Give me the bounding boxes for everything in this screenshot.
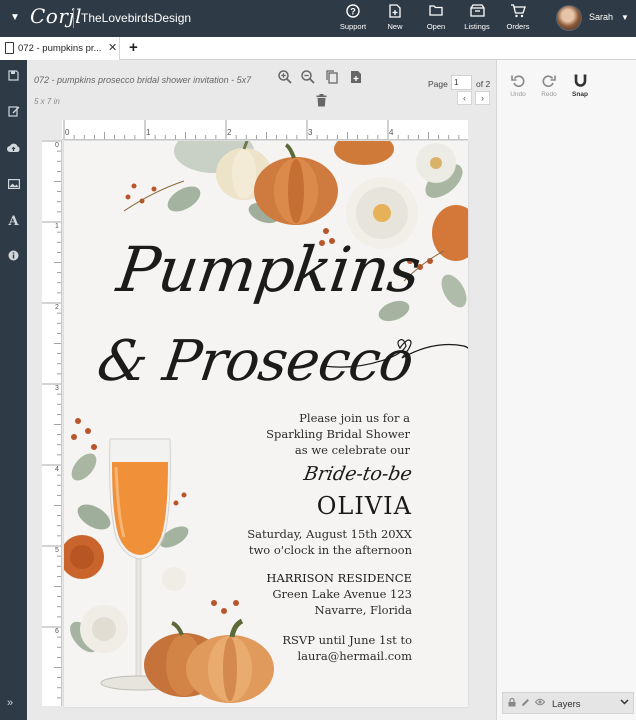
redo-label: Redo bbox=[541, 91, 557, 98]
close-tab-icon[interactable]: ✕ bbox=[108, 41, 117, 54]
add-tab-icon[interactable]: + bbox=[129, 39, 138, 56]
folder-icon bbox=[414, 4, 458, 20]
horizontal-ruler: 0 1 2 3 4 bbox=[62, 120, 468, 140]
vruler-label-4: 4 bbox=[55, 466, 59, 473]
ruler-label-4: 4 bbox=[389, 128, 394, 137]
edit-icon[interactable] bbox=[0, 104, 27, 124]
document-title: 072 - pumpkins prosecco bridal shower in… bbox=[34, 75, 252, 85]
invitation-canvas[interactable]: Pumpkins & Prosecco Please join us for a… bbox=[64, 141, 468, 707]
bride-to-be-label[interactable]: Bride-to-be bbox=[302, 463, 414, 485]
page-label: Page bbox=[428, 79, 448, 89]
magnet-icon bbox=[566, 74, 594, 90]
app-logo[interactable]: Corjl bbox=[30, 4, 82, 28]
ruler-label-1: 1 bbox=[146, 128, 151, 137]
page-number-input[interactable] bbox=[451, 75, 472, 90]
save-icon[interactable] bbox=[0, 68, 27, 88]
user-name[interactable]: Sarah bbox=[589, 12, 613, 22]
listings-button[interactable]: Listings bbox=[455, 4, 499, 34]
duplicate-page-icon[interactable] bbox=[324, 70, 340, 86]
listings-icon bbox=[455, 4, 499, 20]
vruler-label-1: 1 bbox=[55, 223, 59, 230]
snap-button[interactable]: Snap bbox=[566, 74, 594, 98]
text-tool-icon[interactable]: A bbox=[0, 212, 27, 232]
next-page-button[interactable]: › bbox=[475, 91, 490, 105]
ruler-label-2: 2 bbox=[227, 128, 232, 137]
document-size: 5 x 7 in bbox=[34, 97, 60, 106]
vruler-label-6: 6 bbox=[55, 628, 59, 635]
document-icon bbox=[5, 42, 14, 54]
info-icon[interactable] bbox=[0, 248, 27, 268]
help-circle-icon: ? bbox=[331, 4, 375, 20]
document-tab[interactable]: 072 - pumpkins pr... ✕ bbox=[0, 37, 120, 60]
undo-button[interactable]: Undo bbox=[504, 74, 532, 98]
image-icon[interactable] bbox=[0, 176, 27, 196]
document-tab-bar: 072 - pumpkins pr... ✕ + bbox=[0, 37, 636, 60]
open-button[interactable]: Open bbox=[414, 4, 458, 34]
expand-panel-icon[interactable]: » bbox=[7, 697, 13, 709]
invite-line-3[interactable]: as we celebrate our bbox=[295, 443, 410, 457]
page-count: of 2 bbox=[476, 79, 491, 89]
avatar[interactable] bbox=[556, 5, 582, 31]
zoom-out-icon[interactable] bbox=[300, 70, 316, 86]
vertical-ruler-ticks bbox=[42, 140, 61, 699]
ruler-label-0: 0 bbox=[65, 128, 70, 137]
support-label: Support bbox=[339, 22, 367, 31]
layers-label: Layers bbox=[552, 699, 581, 710]
cart-icon bbox=[496, 4, 540, 20]
heart-flourish bbox=[324, 339, 468, 368]
bride-name[interactable]: OLIVIA bbox=[317, 492, 412, 520]
venue-address-2[interactable]: Navarre, Florida bbox=[315, 603, 412, 617]
logo-divider bbox=[73, 9, 74, 28]
support-button[interactable]: ? Support bbox=[331, 4, 375, 34]
orders-label: Orders bbox=[506, 22, 530, 31]
vertical-ruler: 0 1 2 3 4 5 6 bbox=[42, 140, 62, 706]
horizontal-ruler-ticks bbox=[63, 120, 460, 139]
new-button[interactable]: New bbox=[373, 4, 417, 34]
left-toolbar: A bbox=[0, 60, 27, 720]
chevron-down-icon[interactable] bbox=[620, 697, 629, 707]
vruler-label-3: 3 bbox=[55, 385, 59, 392]
open-label: Open bbox=[426, 22, 446, 31]
listings-label: Listings bbox=[464, 22, 490, 31]
prosecco-pumpkin-illustration bbox=[64, 418, 274, 703]
redo-icon bbox=[535, 74, 563, 90]
add-page-icon[interactable] bbox=[348, 70, 364, 86]
vruler-label-5: 5 bbox=[55, 547, 59, 554]
rsvp-email[interactable]: laura@hermail.com bbox=[297, 649, 412, 663]
lock-icon[interactable] bbox=[508, 697, 516, 709]
invite-line-2[interactable]: Sparkling Bridal Shower bbox=[266, 427, 410, 441]
previous-page-button[interactable]: ‹ bbox=[457, 91, 472, 105]
redo-button[interactable]: Redo bbox=[535, 74, 563, 98]
ruler-label-3: 3 bbox=[308, 128, 313, 137]
delete-page-icon[interactable] bbox=[313, 94, 329, 110]
layers-panel-toggle[interactable]: Layers bbox=[502, 692, 634, 714]
undo-label: Undo bbox=[510, 91, 526, 98]
new-file-icon bbox=[373, 4, 417, 20]
right-panel: Undo Redo Snap bbox=[496, 60, 636, 720]
zoom-in-icon[interactable] bbox=[277, 70, 293, 86]
top-bar: ▼ Corjl TheLovebirdsDesign ? Support New… bbox=[0, 0, 636, 37]
vruler-label-2: 2 bbox=[55, 304, 59, 311]
orders-button[interactable]: Orders bbox=[496, 4, 540, 34]
user-menu-caret-icon[interactable]: ▼ bbox=[621, 13, 629, 22]
vruler-label-0: 0 bbox=[55, 142, 59, 149]
venue-address-1[interactable]: Green Lake Avenue 123 bbox=[272, 587, 412, 601]
undo-icon bbox=[504, 74, 532, 90]
eye-icon[interactable] bbox=[534, 698, 546, 708]
cloud-upload-icon[interactable] bbox=[0, 140, 27, 160]
script-title-line-1[interactable]: Pumpkins bbox=[113, 233, 425, 306]
pencil-icon[interactable] bbox=[521, 698, 530, 709]
venue-name[interactable]: HARRISON RESIDENCE bbox=[266, 571, 412, 585]
shop-name[interactable]: TheLovebirdsDesign bbox=[81, 11, 191, 25]
invite-line-1[interactable]: Please join us for a bbox=[299, 411, 410, 425]
document-tab-label: 072 - pumpkins pr... bbox=[18, 43, 102, 54]
app-menu-caret-icon[interactable]: ▼ bbox=[10, 12, 20, 23]
rsvp-line[interactable]: RSVP until June 1st to bbox=[282, 633, 412, 647]
new-label: New bbox=[387, 22, 403, 31]
snap-label: Snap bbox=[572, 91, 588, 98]
svg-text:?: ? bbox=[350, 7, 356, 17]
